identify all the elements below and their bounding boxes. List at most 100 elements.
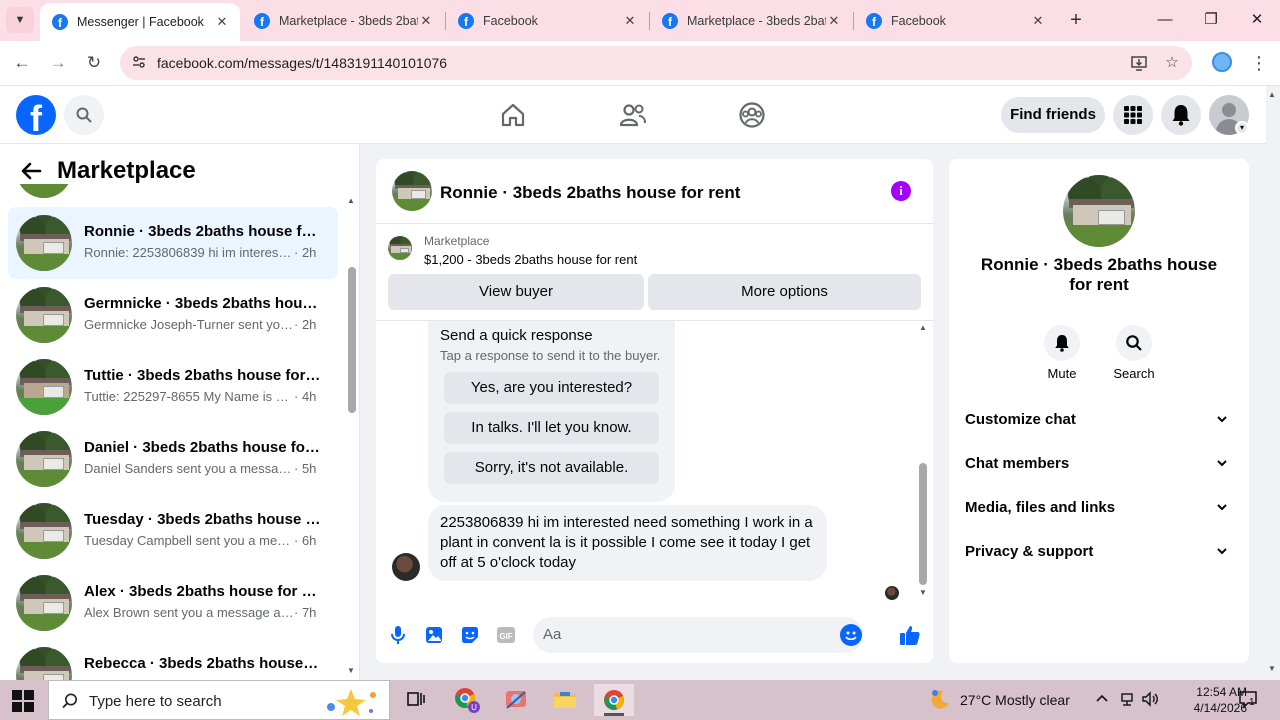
reload-button[interactable]: ↻ <box>82 51 106 75</box>
scroll-up-arrow[interactable]: ▲ <box>347 196 355 205</box>
info-icon[interactable]: i <box>891 181 911 201</box>
tab-facebook-2[interactable]: f Facebook ✕ <box>854 0 1056 41</box>
tab-search-button[interactable]: ▼ <box>6 7 34 33</box>
conversation-item[interactable]: Rebecca · 3beds 2baths house for rent <box>8 639 338 680</box>
tab-marketplace-1[interactable]: f Marketplace - 3beds 2baths ✕ <box>242 0 444 41</box>
conversation-item[interactable]: Tuttie · 3beds 2baths house for rent Tut… <box>8 351 338 423</box>
chat-profile-thumbnail[interactable] <box>1063 175 1135 247</box>
scroll-down-arrow[interactable]: ▼ <box>347 666 355 675</box>
chrome-profile-icon[interactable]: U <box>447 684 487 716</box>
back-button[interactable]: ← <box>10 51 34 75</box>
conversation-item[interactable]: Tuesday · 3beds 2baths house for rent Tu… <box>8 495 338 567</box>
close-icon[interactable]: ✕ <box>418 13 434 29</box>
sidebar-scrollbar[interactable] <box>348 267 356 413</box>
friends-icon[interactable] <box>618 100 648 130</box>
new-tab-button[interactable]: + <box>1064 9 1088 33</box>
section-label: Customize chat <box>965 411 1076 428</box>
chevron-down-icon[interactable]: ▾ <box>1235 121 1249 135</box>
quick-response-title: Send a quick response <box>440 327 593 344</box>
mute-button[interactable]: Mute <box>1032 325 1092 381</box>
sticker-icon[interactable] <box>458 623 482 647</box>
gif-icon[interactable]: GIF <box>494 623 518 647</box>
conversation-item[interactable]: Ronnie · 3beds 2baths house for rent Ron… <box>8 207 338 279</box>
chat-avatar[interactable] <box>392 171 432 211</box>
close-icon[interactable]: ✕ <box>1030 13 1046 29</box>
bookmark-star-icon[interactable]: ☆ <box>1163 54 1181 72</box>
task-view-icon[interactable] <box>396 684 436 716</box>
quick-response-card: Send a quick response Tap a response to … <box>428 321 675 502</box>
chat-title[interactable]: Ronnie · 3beds 2baths house for rent <box>440 183 740 203</box>
chat-members-section[interactable]: Chat members <box>965 442 1233 486</box>
facebook-logo-icon[interactable]: f <box>16 95 56 135</box>
taskbar-search-placeholder: Type here to search <box>89 693 222 710</box>
quick-response-in-talks-button[interactable]: In talks. I'll let you know. <box>444 412 659 444</box>
close-icon[interactable]: ✕ <box>826 13 842 29</box>
taskbar-search-box[interactable]: Type here to search <box>48 680 390 720</box>
thumbs-up-icon[interactable] <box>898 623 922 647</box>
site-info-icon[interactable] <box>130 54 148 72</box>
snipping-tool-icon[interactable] <box>496 684 536 716</box>
media-files-links-section[interactable]: Media, files and links <box>965 486 1233 530</box>
back-arrow-icon[interactable] <box>20 160 44 184</box>
sender-avatar[interactable] <box>392 553 420 581</box>
conversation-time: · 2h <box>294 317 317 332</box>
file-explorer-icon[interactable] <box>545 684 585 716</box>
privacy-support-section[interactable]: Privacy & support <box>965 530 1233 574</box>
extension-icon[interactable] <box>1212 52 1232 72</box>
close-icon[interactable]: ✕ <box>622 13 638 29</box>
network-icon[interactable] <box>1119 691 1135 710</box>
notifications-button[interactable] <box>1161 95 1201 135</box>
message-input[interactable]: Aa <box>533 617 863 653</box>
bell-icon <box>1055 335 1069 352</box>
tab-facebook-1[interactable]: f Facebook ✕ <box>446 0 648 41</box>
chat-scrollbar[interactable] <box>919 463 927 585</box>
listing-thumbnail <box>16 575 72 631</box>
scroll-down-arrow[interactable]: ▼ <box>919 588 927 597</box>
restore-button[interactable]: ❐ <box>1199 9 1223 33</box>
volume-icon[interactable] <box>1141 691 1159 710</box>
search-button[interactable] <box>64 95 104 135</box>
photo-icon[interactable] <box>422 623 446 647</box>
conversation-item[interactable]: Daniel · 3beds 2baths house for rent Dan… <box>8 423 338 495</box>
forward-button[interactable]: → <box>46 51 70 75</box>
tray-overflow-icon[interactable] <box>1095 691 1109 708</box>
conversation-item[interactable]: Alex · 3beds 2baths house for rent Alex … <box>8 567 338 639</box>
tab-marketplace-2[interactable]: f Marketplace - 3beds 2baths ✕ <box>650 0 852 41</box>
close-icon[interactable]: ✕ <box>214 14 230 30</box>
notification-center-icon[interactable]: 1 <box>1238 690 1260 710</box>
microphone-icon[interactable] <box>386 623 410 647</box>
address-bar[interactable]: facebook.com/messages/t/1483191140101076… <box>120 46 1192 80</box>
listing-title[interactable]: $1,200 - 3beds 2baths house for rent <box>424 252 637 267</box>
more-options-button[interactable]: More options <box>648 274 921 310</box>
minimize-button[interactable]: — <box>1153 9 1177 33</box>
view-buyer-button[interactable]: View buyer <box>388 274 644 310</box>
quick-response-yes-button[interactable]: Yes, are you interested? <box>444 372 659 404</box>
marketplace-chat-list: Marketplace Ronnie · 3beds 2baths house … <box>0 144 360 680</box>
message-input-placeholder: Aa <box>543 626 562 643</box>
conversation-preview: Ronnie: 2253806839 hi im interested need… <box>84 245 294 260</box>
groups-icon[interactable] <box>737 100 767 130</box>
emoji-icon[interactable] <box>840 624 862 646</box>
conversation-name: Germnicke · 3beds 2baths house for rent <box>84 295 322 312</box>
install-app-icon[interactable] <box>1130 54 1148 72</box>
url-text[interactable]: facebook.com/messages/t/1483191140101076 <box>157 55 447 71</box>
find-friends-button[interactable]: Find friends <box>1001 97 1105 133</box>
page-scroll-up-arrow[interactable]: ▲ <box>1268 90 1276 99</box>
close-window-button[interactable]: ✕ <box>1245 9 1269 33</box>
search-in-chat-button[interactable]: Search <box>1104 325 1164 381</box>
windows-start-icon[interactable] <box>12 690 34 712</box>
customize-chat-section[interactable]: Customize chat <box>965 398 1233 442</box>
tab-messenger[interactable]: f Messenger | Facebook ✕ <box>40 3 240 41</box>
conversation-time: · 5h <box>294 461 317 476</box>
weather-widget[interactable]: 27°C Mostly clear <box>928 688 1070 712</box>
chrome-taskbar-icon[interactable] <box>594 684 634 716</box>
message-bubble[interactable]: 2253806839 hi im interested need somethi… <box>428 505 827 581</box>
scroll-up-arrow[interactable]: ▲ <box>919 323 927 332</box>
quick-response-not-available-button[interactable]: Sorry, it's not available. <box>444 452 659 484</box>
browser-menu-icon[interactable]: ⋮ <box>1250 51 1268 75</box>
conversation-item[interactable]: Germnicke · 3beds 2baths house for rent … <box>8 279 338 351</box>
menu-grid-button[interactable] <box>1113 95 1153 135</box>
tab-title: Facebook <box>891 13 946 28</box>
home-icon[interactable] <box>498 100 528 130</box>
page-scroll-down-arrow[interactable]: ▼ <box>1268 664 1276 673</box>
